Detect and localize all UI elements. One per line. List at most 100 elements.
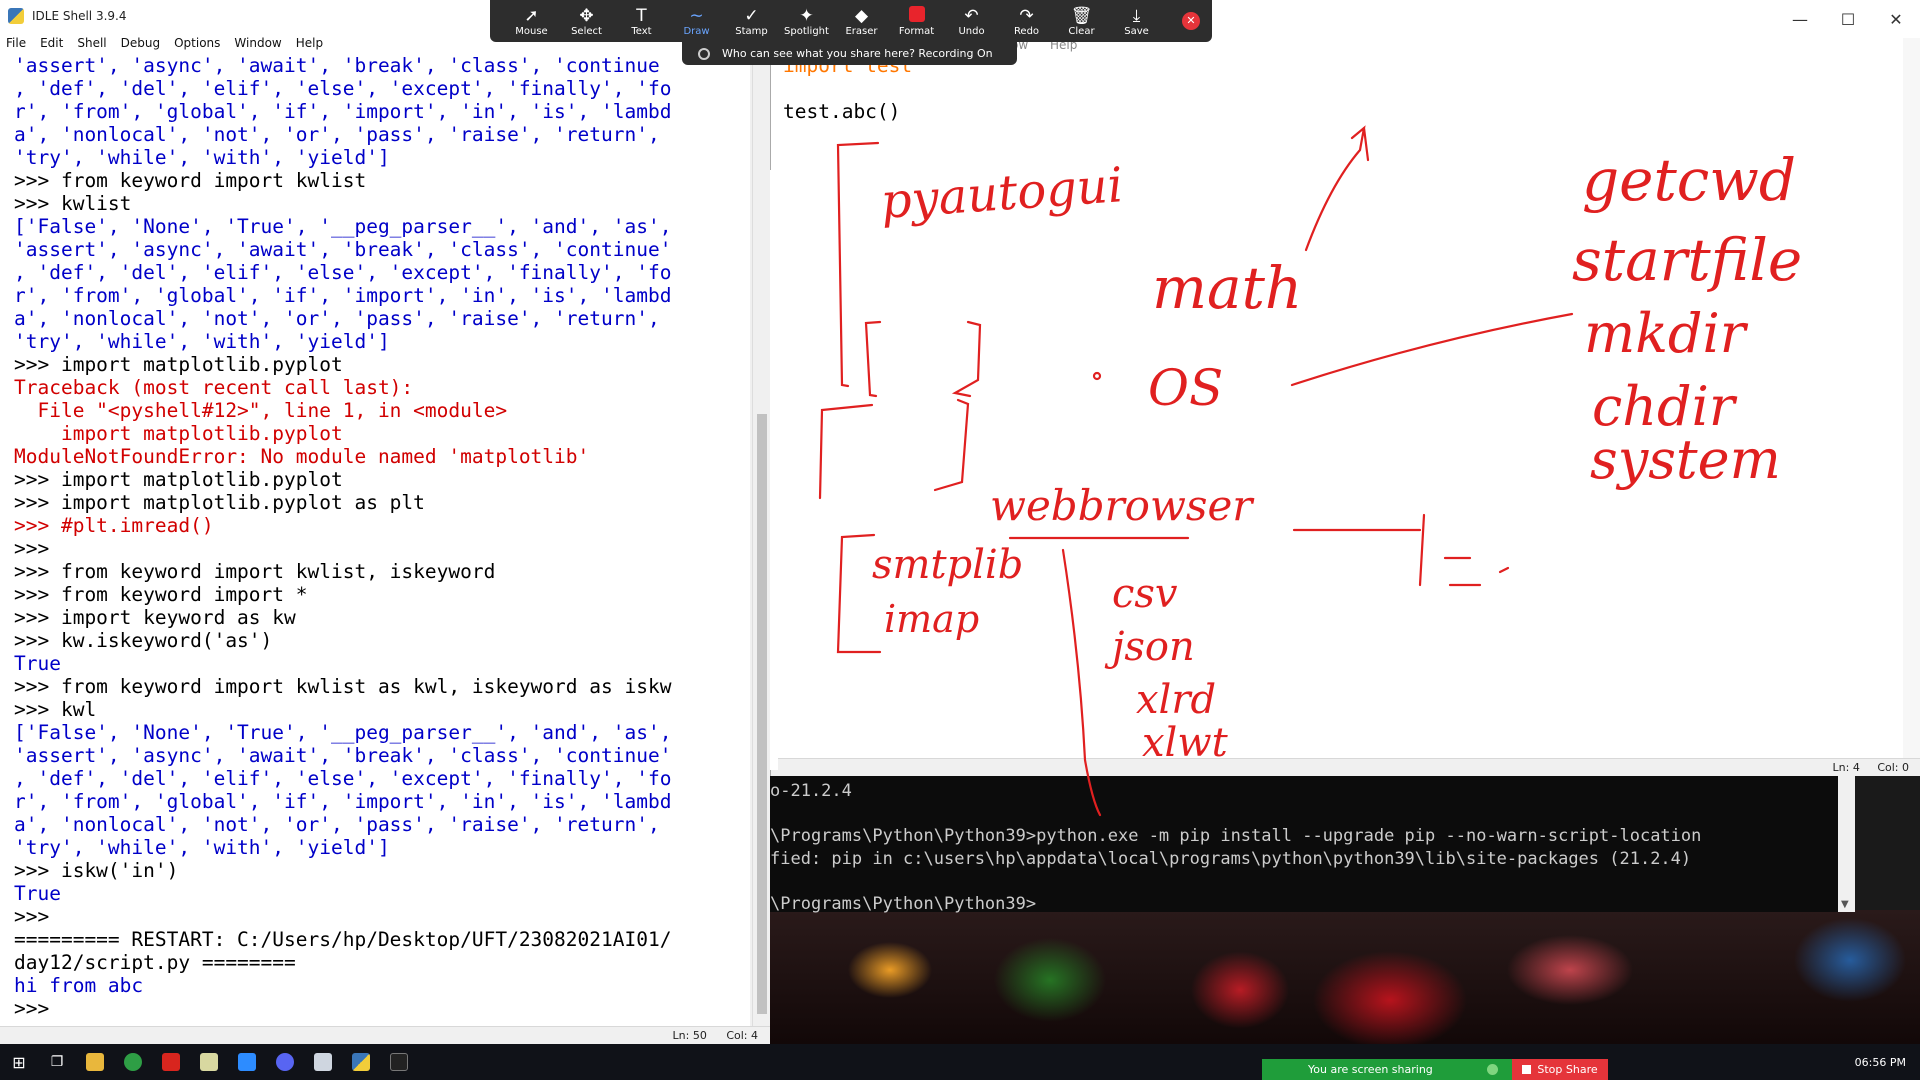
- tool-format[interactable]: Format: [889, 0, 944, 42]
- move-icon: ✥: [579, 5, 594, 26]
- shell-line: >>>: [14, 537, 50, 560]
- command-prompt-window[interactable]: o-21.2.4 \Programs\Python\Python39>python…: [770, 776, 1855, 915]
- notepad-icon[interactable]: [190, 1044, 228, 1080]
- task-view-icon[interactable]: ❐: [38, 1044, 76, 1080]
- recording-notice[interactable]: Who can see what you share here? Recordi…: [682, 42, 1017, 65]
- shell-line: , 'def', 'del', 'elif', 'else', 'except'…: [14, 261, 672, 284]
- shell-line: , 'def', 'del', 'elif', 'else', 'except'…: [14, 77, 672, 100]
- cmd-output: o-21.2.4 \Programs\Python\Python39>python…: [770, 780, 1701, 915]
- shell-line: ['False', 'None', 'True', '__peg_parser_…: [14, 215, 672, 238]
- cmd-line: fied: pip in c:\users\hp\appdata\local\p…: [770, 848, 1692, 869]
- shell-col-number: Col: 4: [726, 1029, 758, 1042]
- shell-line: ['False', 'None', 'True', '__peg_parser_…: [14, 721, 672, 744]
- menu-file[interactable]: File: [6, 36, 26, 50]
- tool-draw[interactable]: ∼ Draw: [669, 0, 724, 42]
- shell-line: 'assert', 'async', 'await', 'break', 'cl…: [14, 54, 660, 77]
- shell-line: >>> import matplotlib.pyplot: [14, 468, 343, 491]
- menu-window[interactable]: Window: [234, 36, 281, 50]
- tool-text[interactable]: T Text: [614, 0, 669, 42]
- tool-save[interactable]: ⤓ Save: [1109, 0, 1164, 42]
- minimize-icon[interactable]: —: [1776, 10, 1824, 29]
- acrobat-icon[interactable]: [152, 1044, 190, 1080]
- cmd-line: o-21.2.4: [770, 781, 852, 801]
- shell-line: ========= RESTART: C:/Users/hp/Desktop/U…: [14, 928, 672, 951]
- editor-col-number: Col: 0: [1877, 761, 1909, 774]
- menu-options[interactable]: Options: [174, 36, 220, 50]
- maximize-icon[interactable]: ☐: [1824, 10, 1872, 29]
- shell-line: True: [14, 882, 61, 905]
- editor-line-number: Ln: 4: [1832, 761, 1860, 774]
- tool-label: Clear: [1068, 25, 1095, 37]
- tool-undo[interactable]: ↶ Undo: [944, 0, 999, 42]
- shell-line: Traceback (most recent call last):: [14, 376, 414, 399]
- shell-line: a', 'nonlocal', 'not', 'or', 'pass', 'ra…: [14, 123, 660, 146]
- idle-icon[interactable]: [342, 1044, 380, 1080]
- editor-statusbar: Ln: 4 Col: 0: [771, 758, 1920, 776]
- tool-label: Eraser: [845, 25, 878, 37]
- shell-line: , 'def', 'del', 'elif', 'else', 'except'…: [14, 767, 672, 790]
- annotation-toolbar: ➚ Mouse ✥ Select T Text ∼ Draw ✓ Stamp ✦ Spotlight ◆…: [490, 0, 1212, 42]
- menu-debug[interactable]: Debug: [121, 36, 160, 50]
- idle-shell-window: IDLE Shell 3.9.4 File Edit Shell Debug O…: [0, 0, 770, 1044]
- shell-line: >>> iskw('in'): [14, 859, 179, 882]
- shell-line: True: [14, 652, 61, 675]
- text-icon: T: [636, 5, 647, 26]
- chevron-down-icon[interactable]: ▼: [1841, 899, 1849, 910]
- eraser-icon: ◆: [854, 5, 869, 26]
- shell-line: a', 'nonlocal', 'not', 'or', 'pass', 'ra…: [14, 307, 660, 330]
- tool-mouse[interactable]: ➚ Mouse: [504, 0, 559, 42]
- undo-icon: ↶: [964, 5, 979, 26]
- tool-stamp[interactable]: ✓ Stamp: [724, 0, 779, 42]
- zoom-icon[interactable]: [228, 1044, 266, 1080]
- menu-help[interactable]: Help: [296, 36, 323, 50]
- scroll-thumb[interactable]: [757, 414, 767, 1014]
- shell-scrollbar[interactable]: [752, 54, 770, 1026]
- notes-icon[interactable]: [304, 1044, 342, 1080]
- shell-line: day12/script.py ========: [14, 951, 296, 974]
- tool-redo[interactable]: ↷ Redo: [999, 0, 1054, 42]
- sharing-status-text: You are screen sharing: [1308, 1063, 1433, 1076]
- shell-line: >>> kw.iskeyword('as'): [14, 629, 273, 652]
- shield-icon: [1487, 1064, 1498, 1075]
- close-icon[interactable]: ✕: [1872, 10, 1920, 29]
- shell-line: File "<pyshell#12>", line 1, in <module>: [14, 399, 508, 422]
- shell-statusbar: Ln: 50 Col: 4: [0, 1026, 770, 1044]
- stop-share-label: Stop Share: [1537, 1063, 1598, 1076]
- editor-window: — ☐ ✕ ow Help import test test.abc() Ln:…: [770, 0, 1920, 776]
- cmd-line: \Programs\Python\Python39>python.exe -m …: [770, 826, 1702, 846]
- taskbar: ⊞ ❐: [0, 1044, 1920, 1080]
- screen-sharing-bar[interactable]: You are screen sharing: [1262, 1059, 1512, 1080]
- tool-clear[interactable]: 🗑 Clear: [1054, 0, 1109, 42]
- windows-start-icon[interactable]: ⊞: [0, 1044, 38, 1080]
- shell-line: >>> #plt.imread(): [14, 514, 214, 537]
- tool-label: Redo: [1013, 25, 1040, 37]
- stop-share-button[interactable]: Stop Share: [1512, 1059, 1608, 1080]
- shell-line: a', 'nonlocal', 'not', 'or', 'pass', 'ra…: [14, 813, 660, 836]
- tool-select[interactable]: ✥ Select: [559, 0, 614, 42]
- menu-shell[interactable]: Shell: [77, 36, 106, 50]
- tool-label: Save: [1124, 25, 1149, 37]
- shell-line: >>> import keyword as kw: [14, 606, 296, 629]
- shell-line-number: Ln: 50: [672, 1029, 707, 1042]
- shell-line: >>>: [14, 905, 50, 928]
- shell-output[interactable]: 'assert', 'async', 'await', 'break', 'cl…: [0, 54, 750, 1026]
- cmd-scrollbar[interactable]: ▼: [1838, 776, 1855, 912]
- discord-icon[interactable]: [266, 1044, 304, 1080]
- chrome-icon[interactable]: [114, 1044, 152, 1080]
- window-title: IDLE Shell 3.9.4: [32, 9, 127, 23]
- cmd-icon[interactable]: [380, 1044, 418, 1080]
- shell-line: >>> from keyword import *: [14, 583, 308, 606]
- file-explorer-icon[interactable]: [76, 1044, 114, 1080]
- cmd-line: [770, 803, 1701, 826]
- draw-icon: ∼: [689, 5, 704, 26]
- tool-eraser[interactable]: ◆ Eraser: [834, 0, 889, 42]
- redo-icon: ↷: [1019, 5, 1034, 26]
- tool-label: Text: [631, 25, 652, 37]
- shell-line: r', 'from', 'global', 'if', 'import', 'i…: [14, 284, 672, 307]
- close-icon[interactable]: ✕: [1182, 12, 1200, 30]
- tool-label: Undo: [958, 25, 985, 37]
- shell-line: ModuleNotFoundError: No module named 'ma…: [14, 445, 590, 468]
- menu-edit[interactable]: Edit: [40, 36, 63, 50]
- tool-spotlight[interactable]: ✦ Spotlight: [779, 0, 834, 42]
- editor-scrollbar[interactable]: [1903, 38, 1920, 758]
